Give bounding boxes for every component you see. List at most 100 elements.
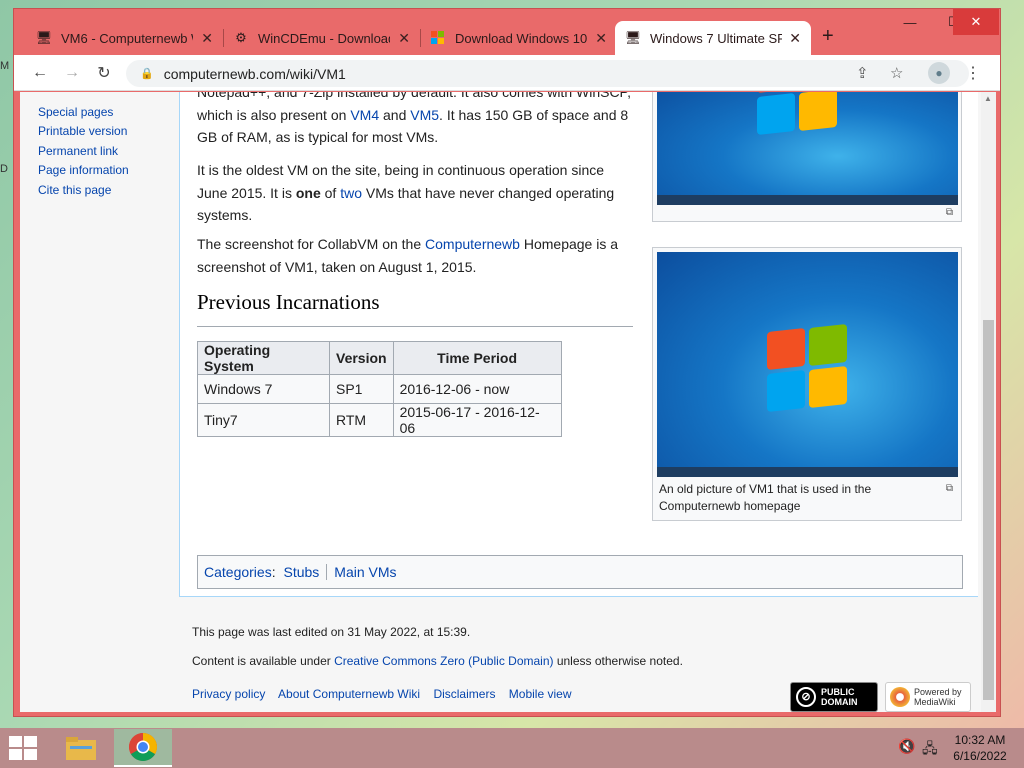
- footer-link-disclaimers[interactable]: Disclaimers: [433, 687, 495, 701]
- link-computernewb[interactable]: Computernewb: [425, 236, 520, 252]
- paragraph-text: The screenshot for CollabVM on the: [197, 236, 426, 252]
- enlarge-icon[interactable]: ⧉: [946, 483, 953, 494]
- sidebar-item-printable-version[interactable]: Printable version: [38, 124, 127, 138]
- paragraph-text: which is also present on: [197, 106, 351, 123]
- article-content: Notepad++, and 7-Zip installed by defaul…: [179, 92, 978, 597]
- link-vm5[interactable]: VM5: [410, 107, 439, 123]
- network-icon[interactable]: 🖧: [922, 738, 938, 762]
- paragraph-text: and: [379, 106, 411, 123]
- sidebar-item-permanent-link[interactable]: Permanent link: [38, 144, 118, 158]
- paragraph-text: of: [320, 184, 341, 201]
- tab-title: WinCDEmu - Download: [258, 30, 390, 46]
- forward-button[interactable]: →: [61, 62, 83, 84]
- menu-kebab-icon[interactable]: ⋮: [962, 62, 984, 84]
- scroll-up-arrow[interactable]: ▲: [984, 94, 992, 103]
- tab-strip: 🖥 VM6 - Computernewb W ✕ ⚙ WinCDEmu - Do…: [14, 9, 1000, 55]
- categories-label[interactable]: Categories: [204, 564, 272, 580]
- footer-link-privacy[interactable]: Privacy policy: [192, 687, 265, 701]
- table-header-row: Operating System Version Time Period: [197, 341, 562, 375]
- footer-link-about[interactable]: About Computernewb Wiki: [278, 687, 420, 701]
- tab-windows7-active[interactable]: 🖥 Windows 7 Ultimate SP1 ✕: [615, 21, 811, 55]
- table-cell: RTM: [329, 403, 394, 437]
- computernewb-icon: 🖥: [35, 30, 53, 45]
- footer-link-mobile-view[interactable]: Mobile view: [509, 687, 572, 701]
- chrome-taskbar-icon[interactable]: [114, 729, 172, 767]
- tab-title: Download Windows 10: [455, 30, 587, 46]
- sidebar-item-special-pages[interactable]: Special pages: [38, 105, 113, 119]
- windows-logo-icon: [430, 30, 446, 46]
- column-header: Time Period: [392, 341, 562, 375]
- profile-avatar[interactable]: ●: [928, 62, 950, 84]
- close-window-button[interactable]: ✕: [953, 9, 999, 35]
- thumbnail-desktop-screenshot: ⧉: [652, 92, 962, 222]
- browser-window: 🖥 VM6 - Computernewb W ✕ ⚙ WinCDEmu - Do…: [13, 8, 1001, 717]
- license-text-part: Content is available under: [192, 654, 335, 668]
- tab-title: Windows 7 Ultimate SP1: [650, 30, 782, 46]
- browser-toolbar: ← → ↻ 🔒 computernewb.com/wiki/VM1 ⇪ ☆ ● …: [14, 55, 1000, 91]
- sidebar-item-cite-this-page[interactable]: Cite this page: [38, 183, 111, 197]
- divider: [326, 564, 328, 580]
- footer-links: Privacy policy About Computernewb Wiki D…: [192, 687, 582, 701]
- vm1-screenshot-image[interactable]: [657, 92, 958, 205]
- badge-text: PUBLIC DOMAIN: [821, 687, 858, 707]
- new-tab-button[interactable]: +: [822, 25, 834, 48]
- category-links: Categories: Stubs Main VMs: [197, 555, 963, 589]
- screenshot-taskbar: [657, 467, 958, 477]
- column-header: Operating System: [197, 341, 330, 375]
- paragraph-software: Notepad++, and 7-Zip installed by defaul…: [197, 92, 637, 149]
- license-link[interactable]: Creative Commons Zero (Public Domain): [334, 654, 553, 668]
- paragraph-screenshot: The screenshot for CollabVM on the Compu…: [197, 233, 637, 278]
- category-stubs[interactable]: Stubs: [283, 564, 319, 580]
- heading-divider: [197, 326, 633, 327]
- license-text: Content is available under Creative Comm…: [192, 654, 683, 668]
- scrollbar-thumb[interactable]: [983, 320, 994, 700]
- vm1-old-screenshot-image[interactable]: [657, 252, 958, 477]
- table-row: Windows 7 SP1 2016-12-06 - now: [197, 374, 562, 404]
- bookmark-star-icon[interactable]: ☆: [890, 64, 903, 82]
- address-bar[interactable]: 🔒 computernewb.com/wiki/VM1 ⇪ ☆: [126, 60, 969, 87]
- table-cell: 2015-06-17 - 2016-12-06: [392, 403, 562, 437]
- screenshot-taskbar: [657, 195, 958, 205]
- desktop-icon-fragment[interactable]: M: [0, 60, 14, 74]
- close-icon[interactable]: ✕: [201, 30, 213, 47]
- badge-text-line: Powered by: [914, 687, 962, 697]
- sidebar-item-page-information[interactable]: Page information: [38, 163, 129, 177]
- table-row: Tiny7 RTM 2015-06-17 - 2016-12-06: [197, 403, 562, 437]
- windows-logo-icon: [757, 92, 841, 137]
- system-clock[interactable]: 10:32 AM 6/16/2022: [948, 732, 1012, 764]
- thumbnail-caption: An old picture of VM1 that is used in th…: [659, 482, 872, 513]
- reload-button[interactable]: ↻: [93, 62, 115, 84]
- minimize-button[interactable]: —: [888, 9, 932, 35]
- mediawiki-flower-icon: [890, 687, 910, 707]
- colon-text: :: [271, 564, 280, 580]
- desktop-icon-fragment[interactable]: D: [0, 163, 14, 177]
- category-main-vms[interactable]: Main VMs: [334, 564, 396, 580]
- back-button[interactable]: ←: [29, 62, 51, 84]
- badge-text-line: MediaWiki: [914, 697, 956, 707]
- clock-time: 10:32 AM: [954, 733, 1006, 747]
- page-scrollbar[interactable]: ▲: [981, 92, 996, 712]
- start-button[interactable]: [9, 736, 37, 760]
- badge-text: Powered by MediaWiki: [914, 687, 962, 707]
- table-cell: Windows 7: [197, 374, 330, 404]
- last-edited-text: This page was last edited on 31 May 2022…: [192, 625, 471, 639]
- close-icon[interactable]: ✕: [398, 30, 410, 47]
- tab-wincdemu[interactable]: ⚙ WinCDEmu - Download ✕: [223, 21, 420, 55]
- enlarge-icon[interactable]: ⧉: [946, 207, 953, 218]
- file-explorer-taskbar-icon[interactable]: [52, 729, 110, 767]
- close-icon[interactable]: ✕: [789, 30, 801, 47]
- share-icon[interactable]: ⇪: [856, 64, 869, 82]
- public-domain-badge[interactable]: ⊘ PUBLIC DOMAIN: [790, 682, 878, 712]
- close-icon[interactable]: ✕: [595, 30, 607, 47]
- volume-muted-icon[interactable]: 🔇: [898, 738, 915, 755]
- link-two[interactable]: two: [340, 185, 362, 201]
- tab-download-windows[interactable]: Download Windows 10 ✕: [420, 21, 617, 55]
- tab-vm6[interactable]: 🖥 VM6 - Computernewb W ✕: [26, 21, 223, 55]
- mediawiki-badge[interactable]: Powered by MediaWiki: [885, 682, 971, 712]
- paragraph-oldest-vm: It is the oldest VM on the site, being i…: [197, 159, 637, 227]
- link-vm4[interactable]: VM4: [350, 107, 379, 123]
- license-text-part: unless otherwise noted.: [553, 654, 683, 668]
- windows-taskbar: 🔇 🖧 10:32 AM 6/16/2022: [0, 728, 1024, 768]
- bold-text: one: [295, 184, 321, 201]
- tab-title: VM6 - Computernewb W: [61, 30, 193, 46]
